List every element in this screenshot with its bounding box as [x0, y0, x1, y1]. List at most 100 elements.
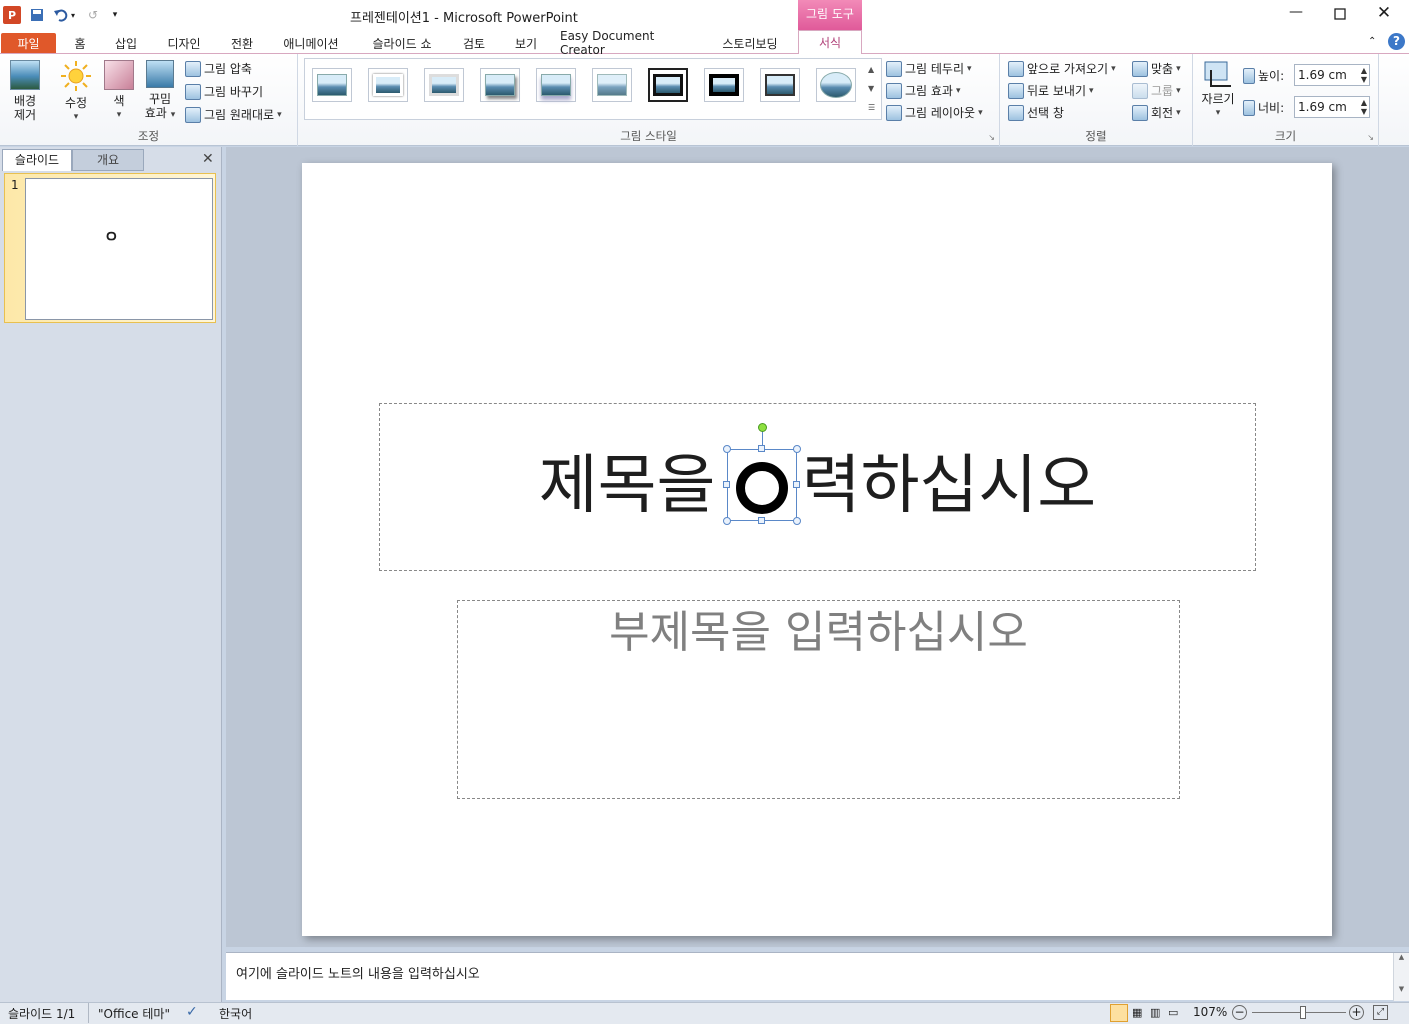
notes-pane[interactable]: 여기에 슬라이드 노트의 내용을 입력하십시오 ▲ ▼ — [226, 952, 1409, 1001]
color-button[interactable]: 색 ▾ — [102, 60, 136, 122]
undo-dropdown-icon[interactable]: ▾ — [68, 6, 78, 24]
artistic-effects-button[interactable]: 꾸밈 효과 ▾ — [140, 60, 180, 122]
tab-file[interactable]: 파일 — [1, 33, 56, 53]
zoom-out-icon[interactable]: − — [1232, 1005, 1247, 1020]
resize-handle[interactable] — [723, 517, 731, 525]
picture-style-6[interactable] — [592, 68, 632, 102]
zoom-level[interactable]: 107% — [1193, 1005, 1227, 1019]
minimize-button[interactable]: — — [1284, 4, 1308, 24]
selected-picture[interactable] — [723, 423, 801, 525]
picture-style-1[interactable] — [312, 68, 352, 102]
resize-handle[interactable] — [793, 445, 801, 453]
send-backward-button[interactable]: 뒤로 보내기 ▾ — [1008, 82, 1094, 99]
reset-picture-button[interactable]: 그림 원래대로 ▾ — [185, 106, 282, 123]
tab-storyboarding[interactable]: 스토리보딩 — [714, 33, 786, 53]
picture-style-9[interactable] — [760, 68, 800, 102]
slide-number: 1 — [11, 178, 19, 192]
zoom-slider-thumb[interactable] — [1299, 1006, 1306, 1019]
picture-style-5[interactable] — [536, 68, 576, 102]
rotate-handle[interactable] — [758, 423, 767, 432]
tab-outline-pane[interactable]: 개요 — [72, 149, 144, 171]
pen-icon — [886, 60, 902, 77]
resize-handle[interactable] — [793, 517, 801, 525]
customize-quick-access-icon[interactable]: ▾ — [106, 6, 124, 24]
change-picture-button[interactable]: 그림 바꾸기 — [185, 83, 263, 100]
resize-handle[interactable] — [793, 481, 800, 488]
align-button[interactable]: 맞춤 ▾ — [1132, 60, 1181, 77]
slideshow-icon[interactable]: ▭ — [1168, 1006, 1178, 1019]
slide-sorter-icon[interactable]: ▦ — [1132, 1006, 1142, 1019]
resize-handle[interactable] — [723, 481, 730, 488]
ribbon-tab-bar: 파일 홈 삽입 디자인 전환 애니메이션 슬라이드 쇼 검토 보기 Easy D… — [0, 29, 1409, 57]
gallery-scroll-icons[interactable]: ▲ ▼ ☰ — [868, 60, 875, 117]
group-adjust: 배경 제거 수정 ▾ 색 ▾ 꾸밈 효과 ▾ 그림 압축 그림 바꾸기 그림 원… — [0, 54, 298, 146]
group-icon — [1132, 82, 1148, 99]
powerpoint-app-icon[interactable]: P — [3, 6, 21, 24]
tab-design[interactable]: 디자인 — [158, 33, 210, 53]
tab-slides-pane[interactable]: 슬라이드 — [2, 149, 72, 171]
selection-pane-button[interactable]: 선택 창 — [1008, 104, 1064, 121]
collapse-ribbon-icon[interactable]: ⌃ — [1368, 36, 1376, 47]
bring-forward-button[interactable]: 앞으로 가져오기 ▾ — [1008, 60, 1116, 77]
height-spinner-icon[interactable]: ▲ ▼ — [1361, 66, 1367, 84]
slide-thumbnail-selected[interactable]: 1 ㅇ — [4, 173, 216, 323]
slide-editing-area: 제목을 력하십시오 부제목을 입력하십시오 — [226, 147, 1409, 947]
rotate-button[interactable]: 회전 ▾ — [1132, 104, 1181, 121]
tab-format[interactable]: 서식 — [798, 30, 862, 54]
notes-placeholder[interactable]: 여기에 슬라이드 노트의 내용을 입력하십시오 — [236, 963, 480, 982]
picture-style-2[interactable] — [368, 68, 408, 102]
slide-thumbnail[interactable]: ㅇ — [25, 178, 213, 320]
close-button[interactable]: ✕ — [1372, 3, 1396, 25]
tab-view[interactable]: 보기 — [506, 33, 546, 53]
tab-insert[interactable]: 삽입 — [104, 33, 148, 53]
normal-view-icon[interactable] — [1110, 1004, 1128, 1022]
fit-to-window-icon[interactable]: ⤢ — [1373, 1005, 1388, 1020]
group-button[interactable]: 그룹 ▾ — [1132, 82, 1181, 99]
tab-review[interactable]: 검토 — [456, 33, 492, 53]
redo-icon[interactable]: ↺ — [84, 6, 102, 24]
resize-handle[interactable] — [758, 445, 765, 452]
subtitle-placeholder[interactable]: 부제목을 입력하십시오 — [457, 600, 1180, 799]
crop-button[interactable]: 자르기 ▾ — [1197, 60, 1239, 120]
subtitle-text[interactable]: 부제목을 입력하십시오 — [458, 605, 1179, 661]
tab-slideshow[interactable]: 슬라이드 쇼 — [362, 33, 442, 53]
help-icon[interactable]: ? — [1388, 33, 1405, 50]
picture-layout-button[interactable]: 그림 레이아웃 ▾ — [886, 104, 983, 121]
tab-easy-document-creator[interactable]: Easy Document Creator — [560, 29, 700, 57]
title-placeholder[interactable]: 제목을 력하십시오 — [379, 403, 1256, 571]
picture-effects-button[interactable]: 그림 효과 ▾ — [886, 82, 961, 99]
picture-style-8[interactable] — [704, 68, 744, 102]
dialog-launcher-icon[interactable]: ↘ — [988, 133, 995, 142]
title-text[interactable]: 제목을 력하십시오 — [380, 448, 1255, 524]
window-title: 프레젠테이션1 - Microsoft PowerPoint — [350, 11, 578, 26]
zoom-in-icon[interactable]: + — [1349, 1005, 1364, 1020]
picture-border-button[interactable]: 그림 테두리 ▾ — [886, 60, 972, 77]
picture-style-3[interactable] — [424, 68, 464, 102]
align-icon — [1132, 60, 1148, 77]
width-spinner-icon[interactable]: ▲ ▼ — [1361, 98, 1367, 116]
compress-pictures-button[interactable]: 그림 압축 — [185, 60, 252, 77]
tab-home[interactable]: 홈 — [64, 33, 96, 53]
tab-animations[interactable]: 애니메이션 — [275, 33, 347, 53]
picture-style-10[interactable] — [816, 68, 856, 102]
corrections-button[interactable]: 수정 ▾ — [56, 60, 96, 124]
close-pane-icon[interactable]: ✕ — [202, 151, 214, 167]
resize-handle[interactable] — [758, 517, 765, 524]
slide-canvas[interactable]: 제목을 력하십시오 부제목을 입력하십시오 — [302, 163, 1332, 936]
reading-view-icon[interactable]: ▥ — [1150, 1006, 1160, 1019]
width-input[interactable]: 1.69 cm ▲ ▼ — [1294, 96, 1370, 118]
spell-check-icon[interactable]: ✓ — [186, 1004, 198, 1020]
effects-icon — [886, 82, 902, 99]
picture-style-7[interactable] — [648, 68, 688, 102]
color-icon — [104, 60, 134, 90]
remove-background-button[interactable]: 배경 제거 — [6, 60, 44, 122]
picture-style-4[interactable] — [480, 68, 520, 102]
tab-transitions[interactable]: 전환 — [222, 33, 262, 53]
save-icon[interactable] — [28, 6, 46, 24]
notes-scrollbar[interactable]: ▲ ▼ — [1393, 953, 1409, 1001]
resize-handle[interactable] — [723, 445, 731, 453]
height-input[interactable]: 1.69 cm ▲ ▼ — [1294, 64, 1370, 86]
maximize-button[interactable] — [1328, 4, 1352, 24]
size-dialog-launcher-icon[interactable]: ↘ — [1367, 133, 1374, 142]
language[interactable]: 한국어 — [219, 1005, 252, 1022]
